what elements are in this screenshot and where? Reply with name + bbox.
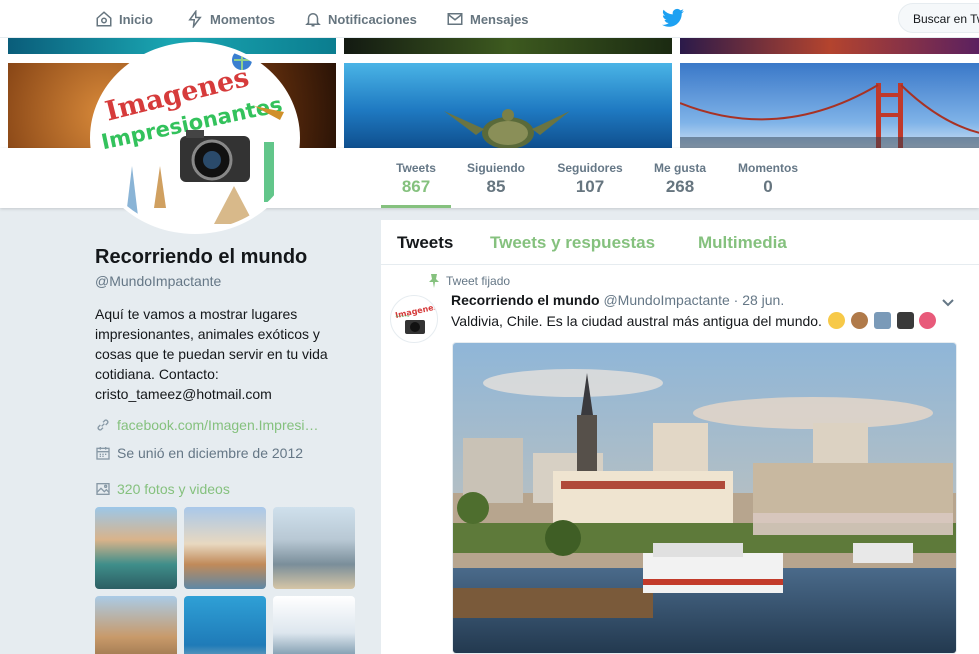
envelope-icon [447, 13, 463, 25]
tweet-body: Valdivia, Chile. Es la ciudad austral má… [451, 313, 822, 329]
monkey-emoji-icon [850, 312, 868, 329]
nav-messages-label: Mensajes [470, 11, 529, 27]
stat-label: Tweets [396, 161, 436, 175]
timeline: Tweets Tweets y respuestas Multimedia Tw… [381, 220, 979, 654]
top-navigation: Inicio Momentos Notificaciones Mensajes … [0, 0, 979, 38]
profile-bio: Aquí te vamos a mostrar lugares impresio… [95, 304, 345, 404]
profile-handle[interactable]: @MundoImpactante [95, 273, 221, 289]
nav-moments[interactable]: Momentos [186, 0, 275, 38]
stat-value: 268 [665, 177, 695, 196]
tweet-media-image[interactable] [452, 342, 957, 654]
nav-home[interactable]: Inicio [95, 0, 153, 38]
stat-value: 85 [486, 177, 506, 196]
profile-website-link[interactable]: facebook.com/Imagen.Impresi… [117, 417, 319, 433]
bio-line: Aquí te vamos a mostrar lugares [95, 306, 298, 322]
bio-line: impresionantes, animales exóticos y [95, 326, 320, 342]
tab-tweets[interactable]: Tweets [397, 233, 453, 253]
timeline-tabs: Tweets Tweets y respuestas Multimedia [381, 220, 979, 265]
photo-thumbnail[interactable] [184, 596, 266, 654]
tweet-author-name[interactable]: Recorriendo el mundo [451, 292, 600, 308]
stat-following[interactable]: Siguiendo 85 [460, 148, 532, 208]
stat-followers[interactable]: Seguidores 107 [550, 148, 630, 208]
stat-value: 867 [401, 177, 431, 196]
nav-messages[interactable]: Mensajes [446, 0, 529, 38]
pin-icon [429, 274, 439, 288]
stat-moments[interactable]: Momentos 0 [732, 148, 804, 208]
banner-image-bridge [679, 63, 979, 148]
link-icon [97, 419, 109, 431]
stat-tweets[interactable]: Tweets 867 [381, 148, 451, 208]
camera-emoji-icon [896, 312, 914, 329]
tweet-text: Valdivia, Chile. Es la ciudad austral má… [451, 312, 937, 329]
tweet-author-avatar[interactable]: Imagenes ~~~ [390, 295, 438, 343]
banner-image [344, 38, 672, 54]
banner-image-turtle [344, 63, 672, 148]
lightning-icon [188, 10, 202, 28]
stat-value: 0 [763, 177, 773, 196]
photo-thumbnail[interactable] [273, 507, 355, 589]
tweet-author-handle[interactable]: @MundoImpactante [603, 292, 729, 308]
profile-joined-row: Se unió en diciembre de 2012 [95, 445, 303, 461]
profile-name: Recorriendo el mundo [95, 246, 308, 268]
calendar-icon [96, 447, 110, 460]
profile-avatar[interactable]: Imagenes Impresionantes [90, 42, 300, 234]
nav-notifications[interactable]: Notificaciones [304, 0, 417, 38]
nav-moments-label: Momentos [210, 11, 275, 27]
stat-label: Me gusta [653, 161, 706, 175]
twitter-bird-icon[interactable] [662, 8, 684, 28]
photo-thumbnail[interactable] [95, 507, 177, 589]
banner-image [680, 38, 979, 54]
heart-eyes-emoji-icon [827, 312, 845, 329]
bio-email[interactable]: cristo_tameez@hotmail.com [95, 384, 345, 404]
photo-thumbnail[interactable] [273, 596, 355, 654]
profile-photos-row: 320 fotos y videos [95, 481, 230, 497]
nav-notifications-label: Notificaciones [328, 11, 417, 27]
image-icon [96, 483, 110, 495]
bio-line: cosas que te puedan servir en tu vida [95, 346, 328, 362]
profile-joined: Se unió en diciembre de 2012 [117, 445, 304, 461]
svg-text:~~~: ~~~ [395, 313, 410, 320]
stat-label: Seguidores [557, 161, 623, 175]
chevron-down-icon[interactable] [941, 296, 955, 310]
pinned-tweet-label: Tweet fijado [428, 274, 510, 288]
cityscape-emoji-icon [873, 312, 891, 329]
photo-thumbnail[interactable] [184, 507, 266, 589]
photos-videos-link[interactable]: 320 fotos y videos [117, 481, 230, 497]
sparkling-heart-emoji-icon [919, 312, 937, 329]
pinned-text: Tweet fijado [446, 274, 511, 288]
tweet-header: Recorriendo el mundo @MundoImpactante · … [451, 292, 784, 308]
profile-website-row: facebook.com/Imagen.Impresi… [95, 417, 319, 433]
tab-tweets-and-replies[interactable]: Tweets y respuestas [490, 233, 655, 253]
stat-label: Siguiendo [467, 161, 525, 175]
stat-label: Momentos [738, 161, 798, 175]
search-input[interactable]: Buscar en Tw [898, 3, 979, 33]
tab-media[interactable]: Multimedia [698, 233, 787, 253]
stat-likes[interactable]: Me gusta 268 [648, 148, 712, 208]
photo-thumbnail[interactable] [95, 596, 177, 654]
bell-icon [305, 13, 321, 27]
tweet-date[interactable]: · 28 jun. [734, 292, 785, 308]
home-icon [96, 11, 112, 27]
stat-value: 107 [575, 177, 605, 196]
nav-home-label: Inicio [119, 11, 153, 27]
bio-line: cotidiana. Contacto: [95, 366, 219, 382]
